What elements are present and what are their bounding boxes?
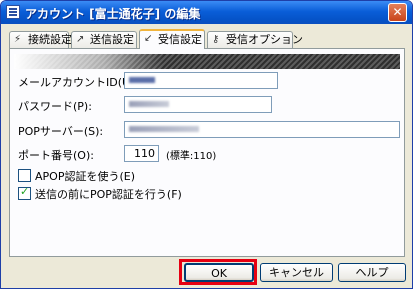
tab-connection[interactable]: ⚡ 接続設定 <box>9 31 72 48</box>
ok-button-highlight-box <box>179 259 257 285</box>
checkbox-box[interactable] <box>18 169 31 182</box>
send-icon: ↗ <box>76 34 85 45</box>
edit-account-dialog: アカウント [富士通花子] の編集 ✕ ⚡ 接続設定 ↗ 送信設定 ↙ 受信設定… <box>0 0 413 289</box>
apop-label: APOP認証を使う(E) <box>35 170 135 183</box>
port-field[interactable]: 110 <box>124 145 159 162</box>
pop-before-send-label: 送信の前にPOP認証を行う(F) <box>35 188 182 201</box>
plug-icon: ⚡ <box>14 34 22 45</box>
tab-receive-options[interactable]: ⚷ 受信オプション <box>207 31 303 48</box>
tab-label: 受信設定 <box>158 33 202 46</box>
receive-settings-panel: メールアカウントID(U): パスワード(P): POPサーバー(S): ポート… <box>9 48 405 257</box>
key-icon: ⚷ <box>212 34 220 45</box>
password-field[interactable] <box>124 96 272 113</box>
receive-icon: ↙ <box>144 33 153 44</box>
cancel-button[interactable]: キャンセル <box>260 263 333 282</box>
window-title: アカウント [富士通花子] の編集 <box>25 7 201 21</box>
pop-server-label: POPサーバー(S): <box>18 125 104 138</box>
mail-account-id-field[interactable] <box>124 72 278 89</box>
tab-label: 接続設定 <box>28 33 72 46</box>
title-bar[interactable]: アカウント [富士通花子] の編集 ✕ <box>1 1 412 24</box>
tab-receive[interactable]: ↙ 受信設定 <box>139 29 205 49</box>
pop-server-field[interactable] <box>124 121 400 138</box>
app-icon <box>6 5 20 19</box>
redacted-value <box>129 126 199 132</box>
mail-account-id-label: メールアカウントID(U): <box>18 76 139 89</box>
help-button[interactable]: ヘルプ <box>338 263 406 282</box>
password-label: パスワード(P): <box>18 100 92 113</box>
redacted-value <box>129 77 155 83</box>
port-label: ポート番号(O): <box>18 149 94 162</box>
port-default-note: (標準:110) <box>166 151 217 162</box>
decorative-banner <box>14 54 400 69</box>
close-button[interactable]: ✕ <box>388 3 407 22</box>
tab-label: 送信設定 <box>90 33 134 46</box>
tab-send[interactable]: ↗ 送信設定 <box>71 31 137 48</box>
redacted-value <box>129 101 169 107</box>
tab-label: 受信オプション <box>226 33 303 46</box>
checkbox-box[interactable] <box>18 185 31 200</box>
